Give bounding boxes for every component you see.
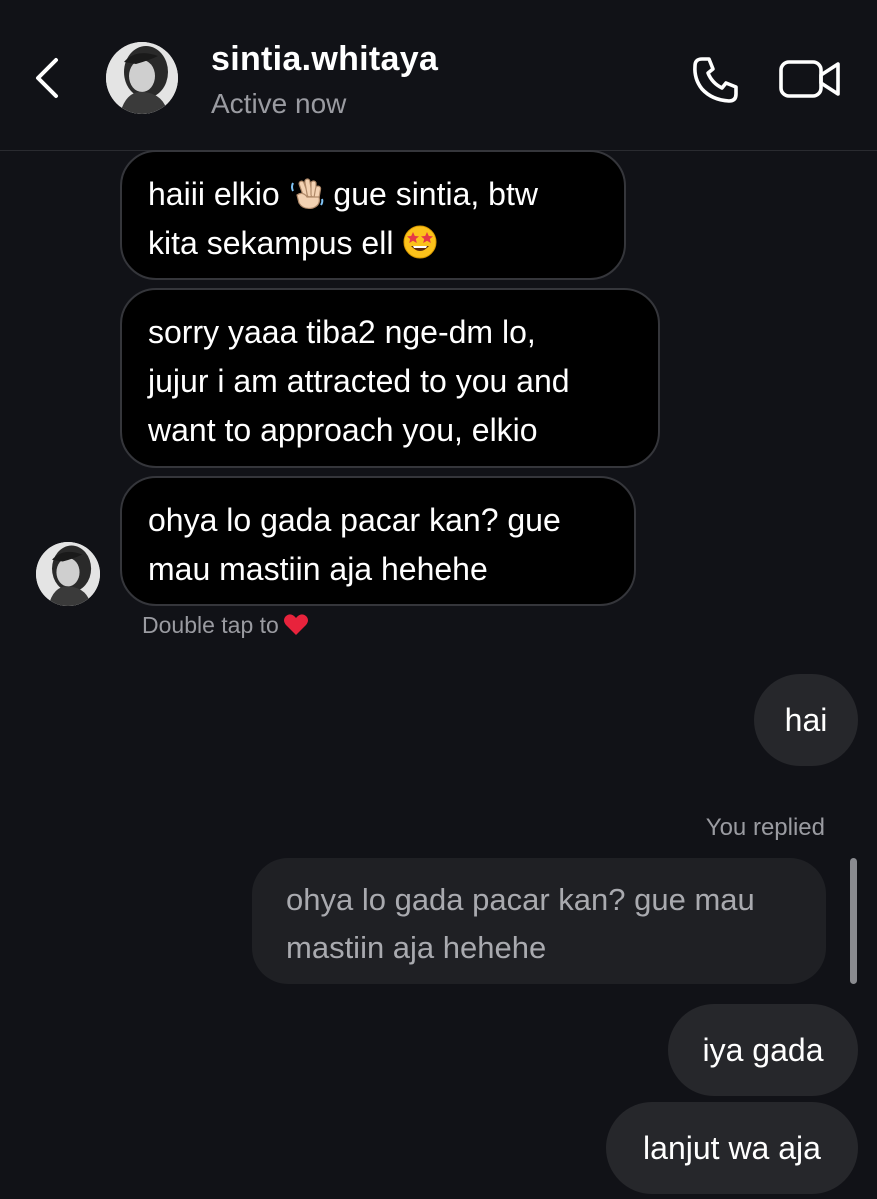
- sent-message[interactable]: hai: [754, 674, 858, 766]
- active-status: Active now: [211, 88, 347, 119]
- sent-message[interactable]: iya gada: [668, 1004, 858, 1096]
- chevron-left-icon: [36, 58, 58, 98]
- message-text: ohya lo gada pacar kan? gue mau mastiin …: [148, 502, 561, 587]
- phone-icon: [693, 57, 738, 103]
- scrollbar[interactable]: [850, 858, 857, 984]
- you-replied-label: You replied: [705, 814, 825, 841]
- sender-avatar[interactable]: [36, 542, 100, 606]
- received-message[interactable]: haiii elkio gue sintia, btw kita sekampu…: [120, 150, 626, 280]
- chat-username[interactable]: sintia.whitaya: [211, 40, 438, 79]
- waving-hand-icon: [290, 178, 323, 210]
- message-text: haiii elkio: [148, 176, 289, 212]
- received-message[interactable]: sorry yaaa tiba2 nge-dm lo, jujur i am a…: [120, 288, 660, 468]
- message-text: lanjut wa aja: [643, 1130, 821, 1166]
- profile-photo: [106, 42, 178, 114]
- message-text: hai: [784, 702, 828, 738]
- hint-text: Double tap to: [142, 612, 279, 638]
- star-struck-emoji-icon: [403, 225, 437, 259]
- sender-photo: [36, 542, 100, 606]
- call-button[interactable]: [690, 54, 742, 106]
- message-text: sorry yaaa tiba2 nge-dm lo, jujur i am a…: [148, 314, 570, 448]
- back-button[interactable]: [28, 54, 68, 102]
- sent-message[interactable]: lanjut wa aja: [606, 1102, 858, 1194]
- chat-header: sintia.whitaya Active now: [0, 0, 877, 151]
- message-text: iya gada: [702, 1032, 824, 1068]
- quoted-reply-message[interactable]: ohya lo gada pacar kan? gue mau mastiin …: [252, 858, 826, 984]
- quoted-text: ohya lo gada pacar kan? gue mau mastiin …: [286, 882, 755, 965]
- video-camera-icon: [779, 60, 840, 98]
- profile-avatar[interactable]: [106, 42, 178, 114]
- double-tap-hint: Double tap to: [142, 612, 309, 639]
- heart-icon: [283, 614, 308, 635]
- received-message[interactable]: ohya lo gada pacar kan? gue mau mastiin …: [120, 476, 636, 606]
- video-call-button[interactable]: [778, 56, 842, 104]
